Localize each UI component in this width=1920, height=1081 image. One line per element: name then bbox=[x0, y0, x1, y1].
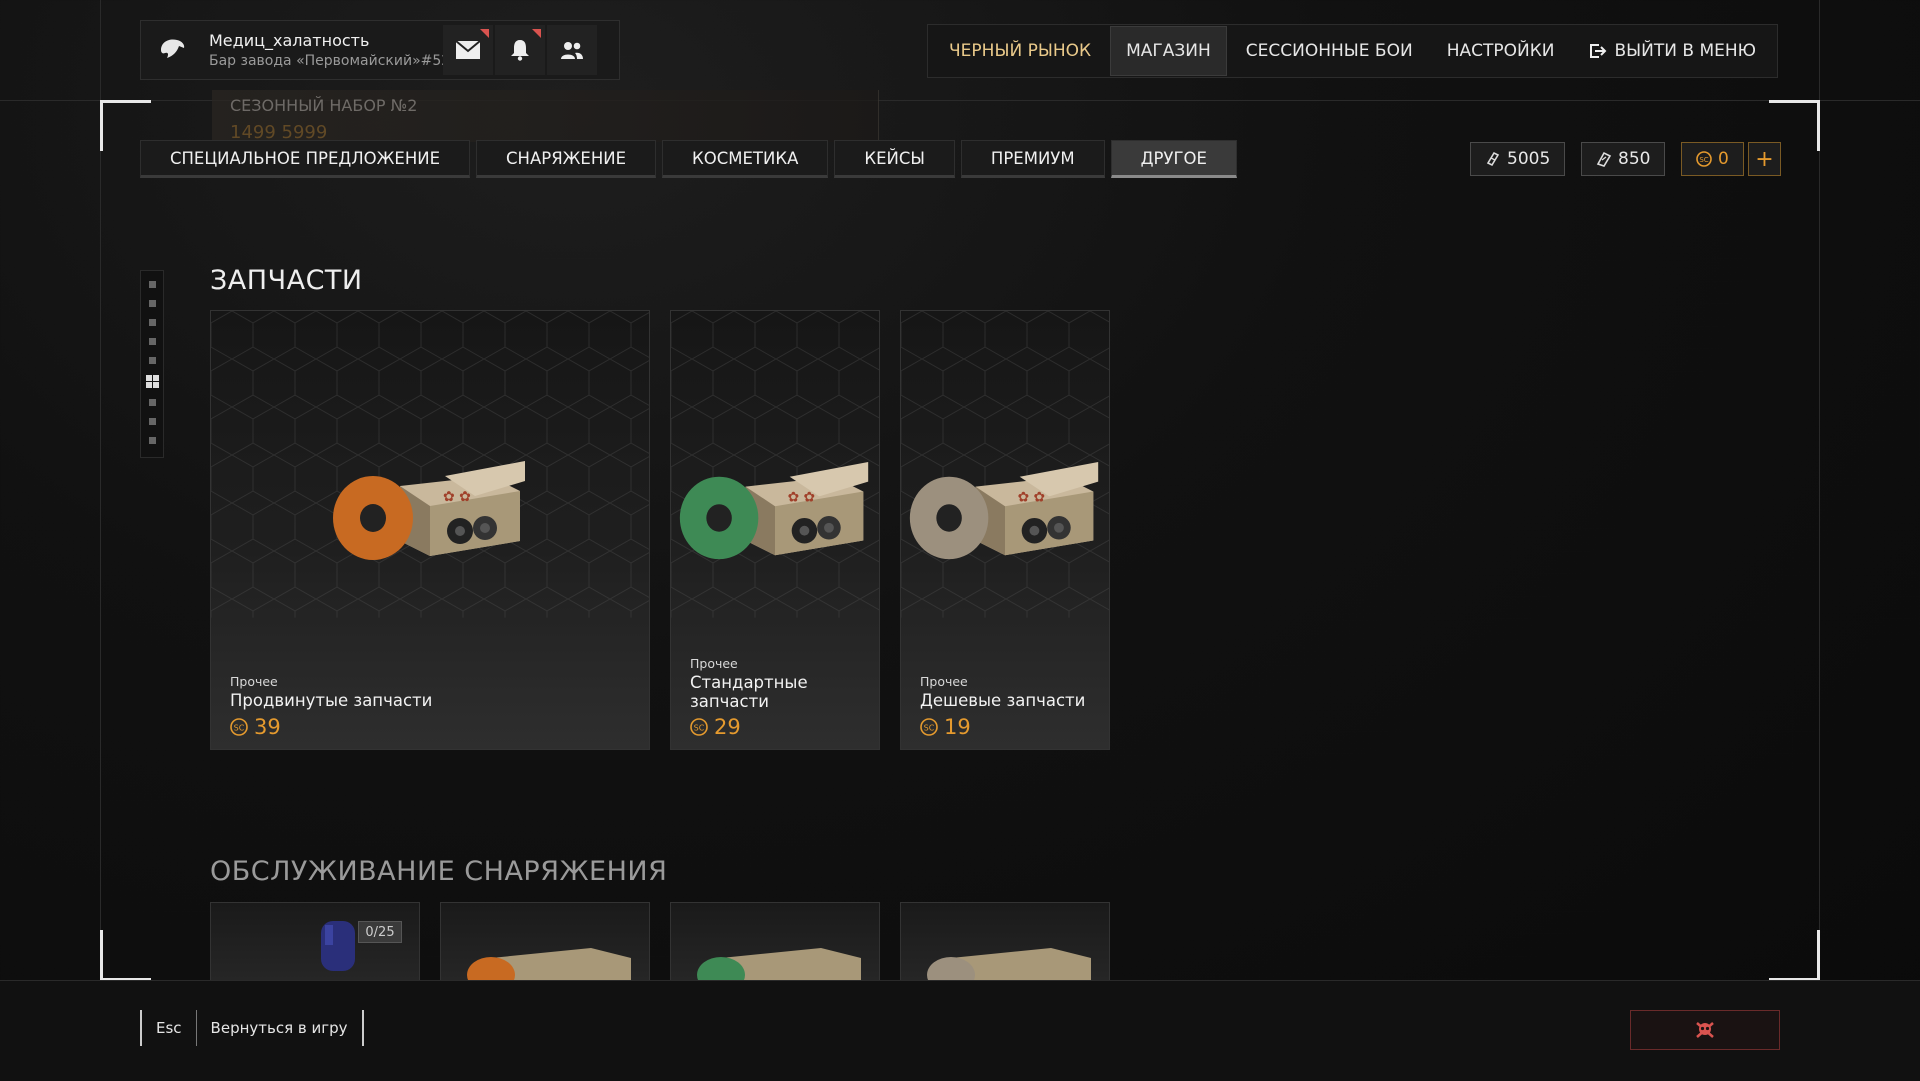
maintenance-card[interactable] bbox=[440, 902, 650, 982]
notification-flag bbox=[480, 29, 489, 38]
section-navigator bbox=[140, 270, 164, 458]
svg-text:✿ ✿: ✿ ✿ bbox=[1018, 489, 1045, 505]
eagle-emblem-icon[interactable] bbox=[145, 23, 199, 77]
season-banner-title: СЕЗОННЫЙ НАБОР №2 bbox=[230, 96, 418, 115]
product-card-cheap-parts[interactable]: ✿ ✿ Прочее Дешевые запчасти SC 19 bbox=[900, 310, 1110, 750]
corner-bracket bbox=[100, 930, 151, 981]
esc-key-hint: Esc bbox=[142, 1010, 197, 1046]
nav-black-market[interactable]: ЧЕРНЫЙ РЫНОК bbox=[934, 27, 1106, 75]
product-title: Стандартные запчасти bbox=[690, 673, 808, 711]
back-to-game-label: Вернуться в игру bbox=[210, 1019, 348, 1037]
maintenance-card[interactable] bbox=[900, 902, 1110, 982]
section-nav-dot[interactable] bbox=[149, 399, 156, 406]
section-nav-dot[interactable] bbox=[149, 319, 156, 326]
currency-silver-value: 5005 bbox=[1507, 149, 1551, 169]
main-navigation: ЧЕРНЫЙ РЫНОК МАГАЗИН СЕССИОННЫЕ БОИ НАСТ… bbox=[927, 24, 1778, 78]
tab-other[interactable]: ДРУГОЕ bbox=[1110, 140, 1237, 178]
corner-bracket bbox=[1769, 930, 1820, 981]
tab-cosmetics[interactable]: КОСМЕТИКА bbox=[662, 140, 829, 178]
section-nav-active-icon[interactable] bbox=[146, 375, 159, 388]
svg-text:✿ ✿: ✿ ✿ bbox=[788, 489, 815, 505]
nav-shop[interactable]: МАГАЗИН bbox=[1110, 26, 1227, 76]
section-nav-dot[interactable] bbox=[149, 418, 156, 425]
product-card-standard-parts[interactable]: ✿ ✿ Прочее Стандартные запчасти SC 29 bbox=[670, 310, 880, 750]
nav-settings[interactable]: НАСТРОЙКИ bbox=[1432, 27, 1570, 75]
section-title-spare-parts: ЗАПЧАСТИ bbox=[210, 265, 363, 296]
svg-text:SC: SC bbox=[924, 724, 935, 733]
product-title: Продвинутые запчасти bbox=[230, 691, 433, 710]
currency-gold: SC 0 bbox=[1681, 142, 1744, 176]
gold-coin-icon: SC bbox=[920, 718, 938, 736]
svg-text:✿ ✿: ✿ ✿ bbox=[443, 489, 471, 505]
section-nav-dot[interactable] bbox=[149, 281, 156, 288]
player-profile: Медиц_халатность Бар завода «Первомайски… bbox=[140, 20, 620, 80]
tab-equipment[interactable]: СНАРЯЖЕНИЕ bbox=[476, 140, 657, 178]
tab-cases[interactable]: КЕЙСЫ bbox=[834, 140, 955, 178]
section-nav-dot[interactable] bbox=[149, 338, 156, 345]
mail-icon bbox=[455, 40, 481, 59]
currency-tickets: 850 bbox=[1581, 142, 1666, 176]
tab-special-offer[interactable]: СПЕЦИАЛЬНОЕ ПРЕДЛОЖЕНИЕ bbox=[140, 140, 471, 178]
ticket-icon bbox=[1596, 151, 1612, 167]
back-to-game-button[interactable]: Esc Вернуться в игру bbox=[140, 1010, 364, 1046]
tab-premium[interactable]: ПРЕМИУМ bbox=[960, 140, 1105, 178]
product-price: SC 19 bbox=[920, 715, 971, 739]
player-location: Бар завода «Первомайский»#52 bbox=[209, 53, 451, 69]
skull-icon bbox=[1696, 1022, 1714, 1038]
friends-button[interactable] bbox=[547, 25, 597, 75]
frame-line-right bbox=[1819, 0, 1820, 1080]
svg-text:SC: SC bbox=[694, 724, 705, 733]
product-price-value: 19 bbox=[944, 715, 971, 739]
spare-parts-box-icon: ✿ ✿ bbox=[902, 456, 1108, 580]
bell-icon bbox=[511, 40, 529, 61]
product-price-value: 39 bbox=[254, 715, 281, 739]
section-nav-dot[interactable] bbox=[149, 357, 156, 364]
spare-parts-box-icon: ✿ ✿ bbox=[325, 456, 535, 580]
exit-icon bbox=[1589, 44, 1606, 58]
section-nav-dot[interactable] bbox=[149, 300, 156, 307]
section-title-maintenance: ОБСЛУЖИВАНИЕ СНАРЯЖЕНИЯ bbox=[210, 856, 668, 887]
maintenance-card[interactable] bbox=[670, 902, 880, 982]
skull-button[interactable] bbox=[1630, 1010, 1780, 1050]
product-category: Прочее bbox=[920, 674, 968, 689]
section-nav-dot[interactable] bbox=[149, 437, 156, 444]
spare-parts-box-icon: ✿ ✿ bbox=[672, 456, 878, 580]
gold-coin-icon: SC bbox=[1696, 151, 1712, 167]
product-price: SC 29 bbox=[690, 715, 741, 739]
notification-flag bbox=[532, 29, 541, 38]
product-price-value: 29 bbox=[714, 715, 741, 739]
player-name: Медиц_халатность bbox=[209, 31, 370, 50]
category-tabs: СПЕЦИАЛЬНОЕ ПРЕДЛОЖЕНИЕ СНАРЯЖЕНИЕ КОСМЕ… bbox=[140, 140, 1243, 178]
currency-silver: 5005 bbox=[1470, 142, 1566, 176]
add-currency-button[interactable]: + bbox=[1748, 142, 1781, 176]
friends-icon bbox=[561, 42, 583, 59]
silver-coin-icon bbox=[1486, 151, 1500, 167]
currency-tickets-value: 850 bbox=[1618, 149, 1651, 169]
product-category: Прочее bbox=[230, 674, 278, 689]
svg-text:SC: SC bbox=[234, 724, 245, 733]
currency-gold-value: 0 bbox=[1718, 149, 1729, 169]
product-category: Прочее bbox=[690, 656, 738, 671]
product-card-advanced-parts[interactable]: ✿ ✿ Прочее Продвинутые запчасти SC 39 bbox=[210, 310, 650, 750]
notifications-button[interactable] bbox=[495, 25, 545, 75]
nav-exit-to-menu[interactable]: ВЫЙТИ В МЕНЮ bbox=[1574, 27, 1772, 75]
nav-exit-label: ВЫЙТИ В МЕНЮ bbox=[1614, 41, 1757, 61]
season-banner[interactable]: СЕЗОННЫЙ НАБОР №2 1499 5999 bbox=[212, 90, 879, 143]
product-title: Дешевые запчасти bbox=[920, 691, 1086, 710]
gold-coin-icon: SC bbox=[230, 718, 248, 736]
product-price: SC 39 bbox=[230, 715, 281, 739]
gold-coin-icon: SC bbox=[690, 718, 708, 736]
mail-button[interactable] bbox=[443, 25, 493, 75]
stock-badge: 0/25 bbox=[358, 921, 402, 943]
nav-sessions[interactable]: СЕССИОННЫЕ БОИ bbox=[1231, 27, 1428, 75]
svg-text:SC: SC bbox=[1699, 156, 1708, 164]
frame-line-left bbox=[100, 0, 101, 1080]
